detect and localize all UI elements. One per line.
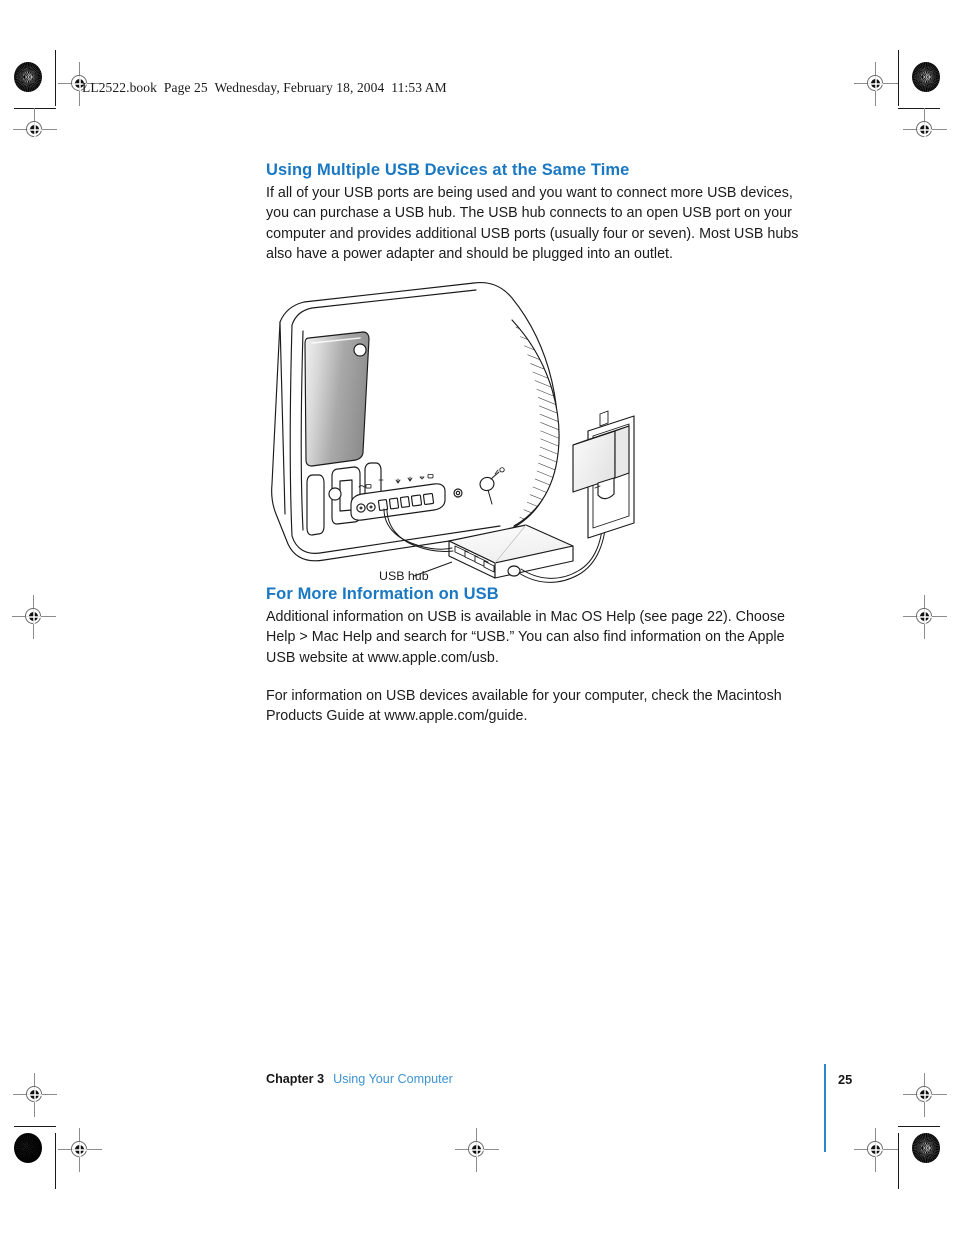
registration-mark-right-middle bbox=[903, 595, 947, 639]
registration-mark-bottom-left bbox=[58, 1128, 102, 1172]
section-heading-using-multiple-usb-devices: Using Multiple USB Devices at the Same T… bbox=[266, 161, 630, 179]
footer-vertical-rule bbox=[824, 1064, 826, 1152]
registration-mark-left-upper bbox=[13, 108, 57, 152]
figure-caption-usb-hub: USB hub bbox=[379, 569, 429, 583]
imac-back-port-circle-lower bbox=[328, 487, 342, 501]
registration-mark-bottom-center bbox=[455, 1128, 499, 1172]
page-footer: Chapter 3 Using Your Computer bbox=[266, 1072, 453, 1086]
registration-rosette-bottom-right bbox=[912, 1133, 940, 1163]
section-paragraph-macintosh-products-guide: For information on USB devices available… bbox=[266, 688, 782, 725]
figure-imac-usb-hub-illustration bbox=[262, 278, 682, 598]
trim-rule-bottom-left-vertical bbox=[55, 1133, 56, 1189]
section-paragraph-usb-hub-intro: If all of your USB ports are being used … bbox=[266, 185, 799, 262]
imac-back-port-circle-upper bbox=[353, 343, 367, 357]
registration-rosette-bottom-left bbox=[14, 1133, 42, 1163]
registration-mark-right-upper bbox=[903, 108, 947, 152]
registration-mark-left-middle bbox=[12, 595, 56, 639]
registration-mark-top-right bbox=[854, 62, 898, 106]
trim-rule-top-left-vertical bbox=[55, 50, 56, 106]
imac-usb-hub-drawing bbox=[271, 282, 635, 583]
wall-outlet-and-adapter bbox=[572, 410, 635, 539]
registration-mark-bottom-right bbox=[854, 1128, 898, 1172]
trim-rule-bottom-left-horizontal bbox=[14, 1126, 56, 1127]
trim-rule-bottom-right-horizontal bbox=[898, 1126, 940, 1127]
page-header-line: LL2522.book Page 25 Wednesday, February … bbox=[82, 80, 447, 95]
trim-rule-top-right-vertical bbox=[898, 50, 899, 106]
section-paragraph-mac-os-help: Additional information on USB is availab… bbox=[266, 609, 785, 666]
registration-rosette-top-right bbox=[912, 62, 940, 92]
footer-chapter-label: Chapter 3 bbox=[266, 1072, 325, 1086]
trim-rule-top-left-horizontal bbox=[14, 108, 56, 109]
registration-rosette-top-left bbox=[14, 62, 42, 92]
registration-mark-left-lower bbox=[13, 1073, 57, 1117]
page-number: 25 bbox=[838, 1072, 853, 1087]
trim-rule-bottom-right-vertical bbox=[898, 1133, 899, 1189]
trim-rule-top-right-horizontal bbox=[898, 108, 940, 109]
registration-mark-right-lower bbox=[903, 1073, 947, 1117]
footer-chapter-title: Using Your Computer bbox=[333, 1072, 453, 1086]
